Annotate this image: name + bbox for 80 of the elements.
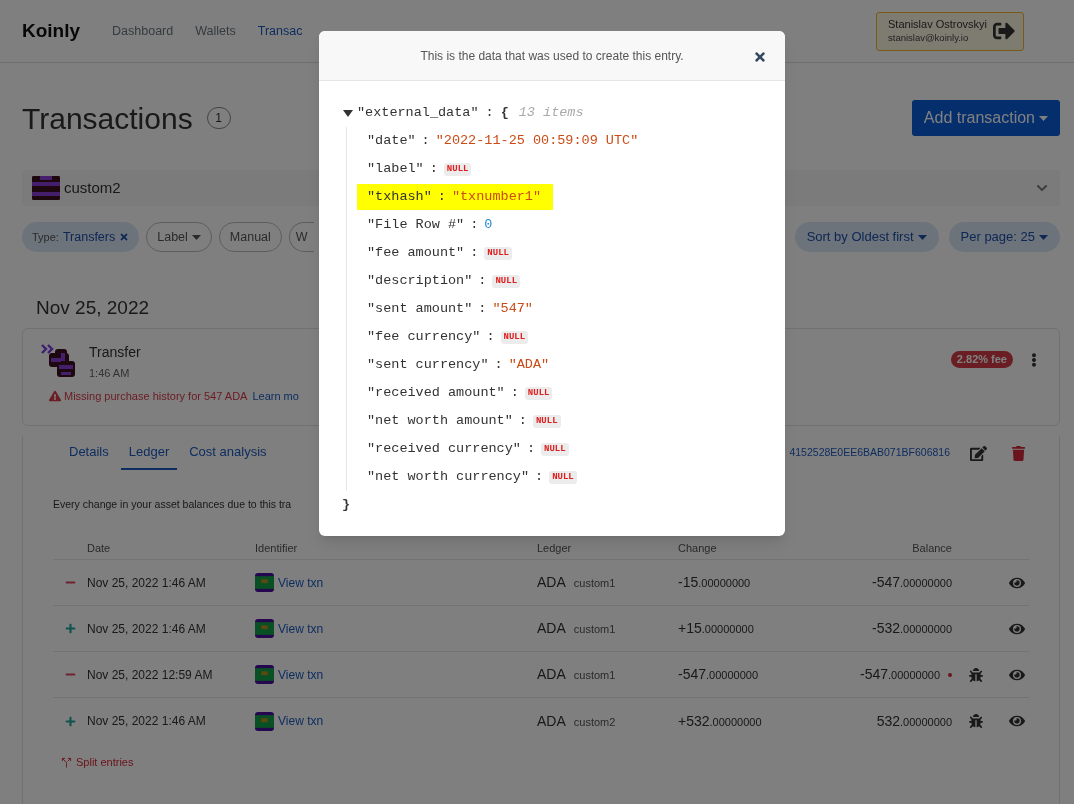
balance-amount: 532.00000000 (876, 711, 952, 731)
json-key: "net worth amount" (367, 410, 513, 432)
json-key: "fee currency" (367, 326, 481, 348)
json-value: 0 (484, 215, 493, 234)
change-amount: +532.00000000 (678, 711, 763, 731)
column-header: Balance (912, 541, 952, 557)
wallet-name: custom1 (573, 668, 616, 683)
wallet-name: custom2 (573, 714, 616, 730)
change-amount: -15.00000000 (678, 573, 752, 592)
table-cell-text: Nov 25, 2022 1:46 AM (87, 574, 207, 592)
transaction-type: Transfer (89, 343, 141, 361)
json-separator: : (526, 439, 536, 458)
asset-symbol: ADA (537, 619, 566, 638)
json-brace: { (500, 103, 509, 122)
asset-symbol: ADA (537, 665, 566, 684)
json-key: "net worth currency" (367, 466, 530, 488)
null-badge: NULL (500, 330, 529, 344)
wallet-name: custom1 (573, 576, 616, 591)
warning-text: Missing purchase history for 547 ADA (64, 388, 248, 404)
json-key: "received currency" (367, 438, 521, 460)
json-separator: : (470, 215, 479, 234)
column-header: Date (87, 541, 112, 557)
asset-symbol: ADA (537, 573, 566, 592)
json-separator: : (478, 299, 487, 318)
table-cell-text: Nov 25, 2022 1:46 AM (87, 620, 207, 638)
item-count: 13 items (518, 103, 584, 122)
json-key: "description" (367, 270, 473, 292)
json-key: "sent amount" (367, 298, 473, 320)
ledger-description: Every change in your asset balances due to this tra (53, 497, 292, 512)
json-key: "received amount" (367, 382, 505, 404)
json-separator: : (429, 159, 438, 178)
json-value: "txnumber1" (451, 187, 542, 206)
null-badge: NULL (549, 470, 577, 484)
json-brace: } (342, 495, 351, 514)
column-header: Ledger (537, 541, 573, 557)
json-value: "ADA" (508, 355, 550, 374)
balance-amount: -547.00000000 (871, 573, 952, 592)
json-key: "external_data" (357, 102, 479, 124)
transaction-time: 1:46 AM (89, 366, 131, 381)
change-amount: +15.00000000 (678, 619, 755, 638)
json-key: "date" (367, 130, 416, 152)
json-separator: : (535, 467, 544, 486)
column-header: Identifier (255, 541, 299, 557)
balance-amount: -532.00000000 (871, 619, 952, 638)
null-badge: NULL (492, 274, 521, 288)
json-separator: : (421, 131, 430, 150)
json-separator: : (437, 187, 446, 206)
modal-title: This is the data that was used to create this entry. (420, 47, 684, 65)
json-separator: : (486, 327, 495, 346)
change-amount: -547.00000000 (678, 665, 760, 684)
wallet-name: custom1 (573, 622, 616, 637)
null-badge: NULL (443, 162, 472, 176)
json-key: "fee amount" (367, 242, 465, 264)
json-key: "sent currency" (367, 354, 489, 376)
json-separator: : (485, 103, 494, 122)
null-badge: NULL (524, 386, 553, 400)
filter-prefix: Type: (32, 229, 59, 245)
json-key: "txhash" (367, 186, 432, 208)
day-heading: Nov 25, 2022 (36, 296, 150, 318)
null-badge: NULL (484, 246, 512, 260)
json-separator: : (494, 355, 503, 374)
json-separator: : (478, 271, 487, 290)
user-email: stanislav@koinly.io (888, 31, 970, 44)
json-separator: : (470, 243, 479, 262)
page-title: Transactions (22, 100, 193, 137)
null-badge: NULL (532, 414, 561, 428)
json-separator: : (518, 411, 527, 430)
json-value: "547" (492, 299, 533, 318)
json-value: "2022-11-25 00:59:09 UTC" (435, 131, 639, 150)
null-badge: NULL (541, 442, 569, 456)
json-key: "File Row #" (367, 214, 465, 236)
column-header: Change (678, 541, 718, 557)
table-cell-text: Nov 25, 2022 12:59 AM (87, 666, 214, 684)
balance-amount: -547.00000000 (859, 665, 940, 684)
table-cell-text: Nov 25, 2022 1:46 AM (87, 713, 207, 730)
json-key: "label" (367, 158, 424, 180)
fee-badge: 2.82% fee (950, 351, 1013, 368)
user-name: Stanislav Ostrovskyi (888, 18, 988, 32)
asset-symbol: ADA (537, 711, 566, 731)
json-separator: : (510, 383, 519, 402)
